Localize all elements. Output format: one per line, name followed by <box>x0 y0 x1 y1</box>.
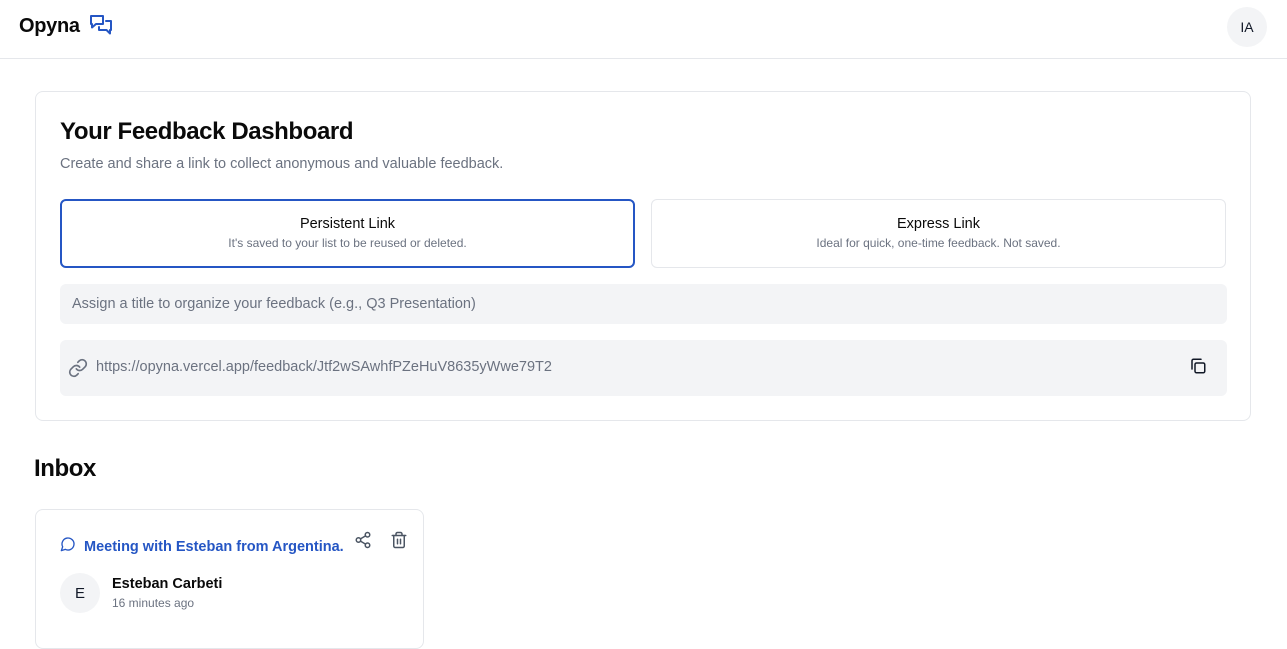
dashboard-title: Your Feedback Dashboard <box>60 118 354 145</box>
feedback-dashboard-card: Your Feedback Dashboard Create and share… <box>35 91 1251 421</box>
express-link-description: Ideal for quick, one-time feedback. Not … <box>816 236 1061 250</box>
persistent-link-option[interactable]: Persistent Link It's saved to your list … <box>60 199 635 268</box>
persistent-link-label: Persistent Link <box>299 216 396 232</box>
author-avatar: E <box>60 573 100 613</box>
avatar-initials: IA <box>1240 19 1254 35</box>
copy-url-button[interactable] <box>1184 354 1212 382</box>
author-initial: E <box>74 584 85 602</box>
inbox-heading: Inbox <box>34 455 96 482</box>
delete-feedback-button[interactable] <box>390 531 410 551</box>
share-url-text[interactable]: https://opyna.vercel.app/feedback/Jtf2wS… <box>96 359 552 375</box>
brand-name: Opyna <box>19 14 80 37</box>
share-feedback-button[interactable] <box>354 531 374 551</box>
message-circle-icon <box>60 536 76 557</box>
chat-bubbles-icon <box>88 13 114 39</box>
user-avatar-button[interactable]: IA <box>1227 7 1267 47</box>
link-icon <box>68 358 88 378</box>
feedback-card: Meeting with Esteban from Argentina. E E… <box>35 509 424 649</box>
feedback-title-input[interactable] <box>60 284 1227 324</box>
copy-icon <box>1189 357 1207 380</box>
share-icon <box>354 531 372 553</box>
trash-icon <box>390 531 408 553</box>
persistent-link-description: It's saved to your list to be reused or … <box>228 236 467 250</box>
feedback-title: Meeting with Esteban from Argentina. <box>84 538 344 555</box>
share-url-field: https://opyna.vercel.app/feedback/Jtf2wS… <box>60 340 1227 396</box>
express-link-option[interactable]: Express Link Ideal for quick, one-time f… <box>651 199 1226 268</box>
dashboard-subtitle: Create and share a link to collect anony… <box>60 156 504 172</box>
express-link-label: Express Link <box>896 216 980 232</box>
top-header: Opyna IA <box>0 0 1287 59</box>
feedback-title-link[interactable]: Meeting with Esteban from Argentina. <box>60 536 344 557</box>
feedback-timestamp: 16 minutes ago <box>112 596 195 610</box>
brand-logo[interactable]: Opyna <box>19 13 114 39</box>
author-name: Esteban Carbeti <box>112 576 223 592</box>
